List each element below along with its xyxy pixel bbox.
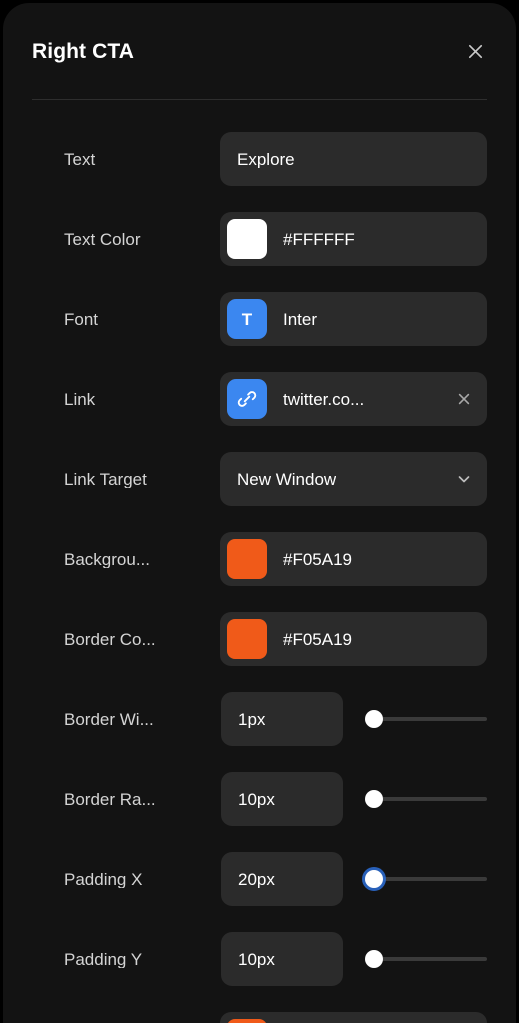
color-swatch-text-color[interactable] (227, 219, 267, 259)
row-control-border-radius: 10px (221, 772, 487, 826)
color-swatch-partial[interactable] (227, 1019, 267, 1023)
text-input[interactable]: Explore (220, 132, 487, 186)
border-radius-input[interactable]: 10px (221, 772, 343, 826)
close-panel-button[interactable] (460, 36, 490, 66)
row-label-text: Text (64, 150, 96, 168)
right-cta-settings-panel: Right CTA Text Explore Text Color #FFFFF… (3, 3, 516, 1023)
slider-track (377, 957, 487, 961)
row-control-border-color: #F05A19 (220, 612, 487, 666)
link-target-value: New Window (237, 470, 337, 488)
text-color-field[interactable]: #FFFFFF (220, 212, 487, 266)
padding-y-slider[interactable] (365, 942, 487, 976)
slider-thumb[interactable] (365, 790, 383, 808)
text-input-value: Explore (237, 150, 295, 168)
link-chain-icon (227, 379, 267, 419)
slider-thumb[interactable] (365, 710, 383, 728)
padding-x-input[interactable]: 20px (221, 852, 343, 906)
font-type-icon-glyph: T (241, 309, 253, 329)
row-label-border-width: Border Wi... (64, 710, 154, 728)
row-control-padding-x: 20px (221, 852, 487, 906)
panel-header: Right CTA (3, 3, 516, 99)
row-label-link-target: Link Target (64, 470, 147, 488)
border-radius-slider[interactable] (365, 782, 487, 816)
font-field[interactable]: T Inter (220, 292, 487, 346)
row-control-text: Explore (220, 132, 487, 186)
border-color-hex-value: #F05A19 (283, 629, 352, 649)
row-label-link: Link (64, 390, 96, 408)
row-control-link: twitter.co... (220, 372, 487, 426)
border-width-input[interactable]: 1px (221, 692, 343, 746)
row-padding-x: Padding X 20px (3, 839, 516, 919)
close-icon (466, 42, 485, 61)
slider-track (377, 797, 487, 801)
border-color-field[interactable]: #F05A19 (220, 612, 487, 666)
row-control-partial (220, 1012, 487, 1023)
row-label-font: Font (64, 310, 99, 328)
row-label-text-color: Text Color (64, 230, 141, 248)
row-partial-color (3, 999, 516, 1023)
text-color-hex-value: #FFFFFF (283, 229, 355, 249)
slider-track (377, 717, 487, 721)
border-radius-value: 10px (238, 790, 275, 808)
row-label-background-color: Backgrou... (64, 550, 150, 568)
font-type-icon: T (227, 299, 267, 339)
chevron-down-icon (456, 471, 472, 487)
row-border-color: Border Co... #F05A19 (3, 599, 516, 679)
row-control-text-color: #FFFFFF (220, 212, 487, 266)
link-field[interactable]: twitter.co... (220, 372, 487, 426)
row-background-color: Backgrou... #F05A19 (3, 519, 516, 599)
link-target-select[interactable]: New Window (220, 452, 487, 506)
background-color-field[interactable]: #F05A19 (220, 532, 487, 586)
row-control-link-target: New Window (220, 452, 487, 506)
padding-x-slider[interactable] (365, 862, 487, 896)
page-title: Right CTA (32, 39, 134, 63)
background-color-hex-value: #F05A19 (283, 549, 352, 569)
row-text: Text Explore (3, 119, 516, 199)
padding-y-input[interactable]: 10px (221, 932, 343, 986)
row-label-padding-x: Padding X (64, 870, 143, 888)
link-value: twitter.co... (283, 390, 365, 408)
row-label-border-radius: Border Ra... (64, 790, 156, 808)
row-control-font: T Inter (220, 292, 487, 346)
color-swatch-border[interactable] (227, 619, 267, 659)
row-font: Font T Inter (3, 279, 516, 359)
partial-color-field[interactable] (220, 1012, 487, 1023)
row-link-target: Link Target New Window (3, 439, 516, 519)
row-label-border-color: Border Co... (64, 630, 156, 648)
padding-y-value: 10px (238, 950, 275, 968)
row-border-radius: Border Ra... 10px (3, 759, 516, 839)
padding-x-value: 20px (238, 870, 275, 888)
row-text-color: Text Color #FFFFFF (3, 199, 516, 279)
slider-thumb[interactable] (365, 950, 383, 968)
row-border-width: Border Wi... 1px (3, 679, 516, 759)
settings-rows: Text Explore Text Color #FFFFFF Font T I… (3, 100, 516, 1023)
row-link: Link twitter.co... (3, 359, 516, 439)
slider-thumb[interactable] (365, 870, 383, 888)
row-control-border-width: 1px (221, 692, 487, 746)
color-swatch-background[interactable] (227, 539, 267, 579)
slider-track (377, 877, 487, 881)
row-control-background-color: #F05A19 (220, 532, 487, 586)
clear-link-button[interactable] (453, 388, 475, 410)
border-width-slider[interactable] (365, 702, 487, 736)
border-width-value: 1px (238, 710, 266, 728)
font-value: Inter (283, 310, 318, 328)
row-control-padding-y: 10px (221, 932, 487, 986)
row-label-padding-y: Padding Y (64, 950, 143, 968)
row-padding-y: Padding Y 10px (3, 919, 516, 999)
